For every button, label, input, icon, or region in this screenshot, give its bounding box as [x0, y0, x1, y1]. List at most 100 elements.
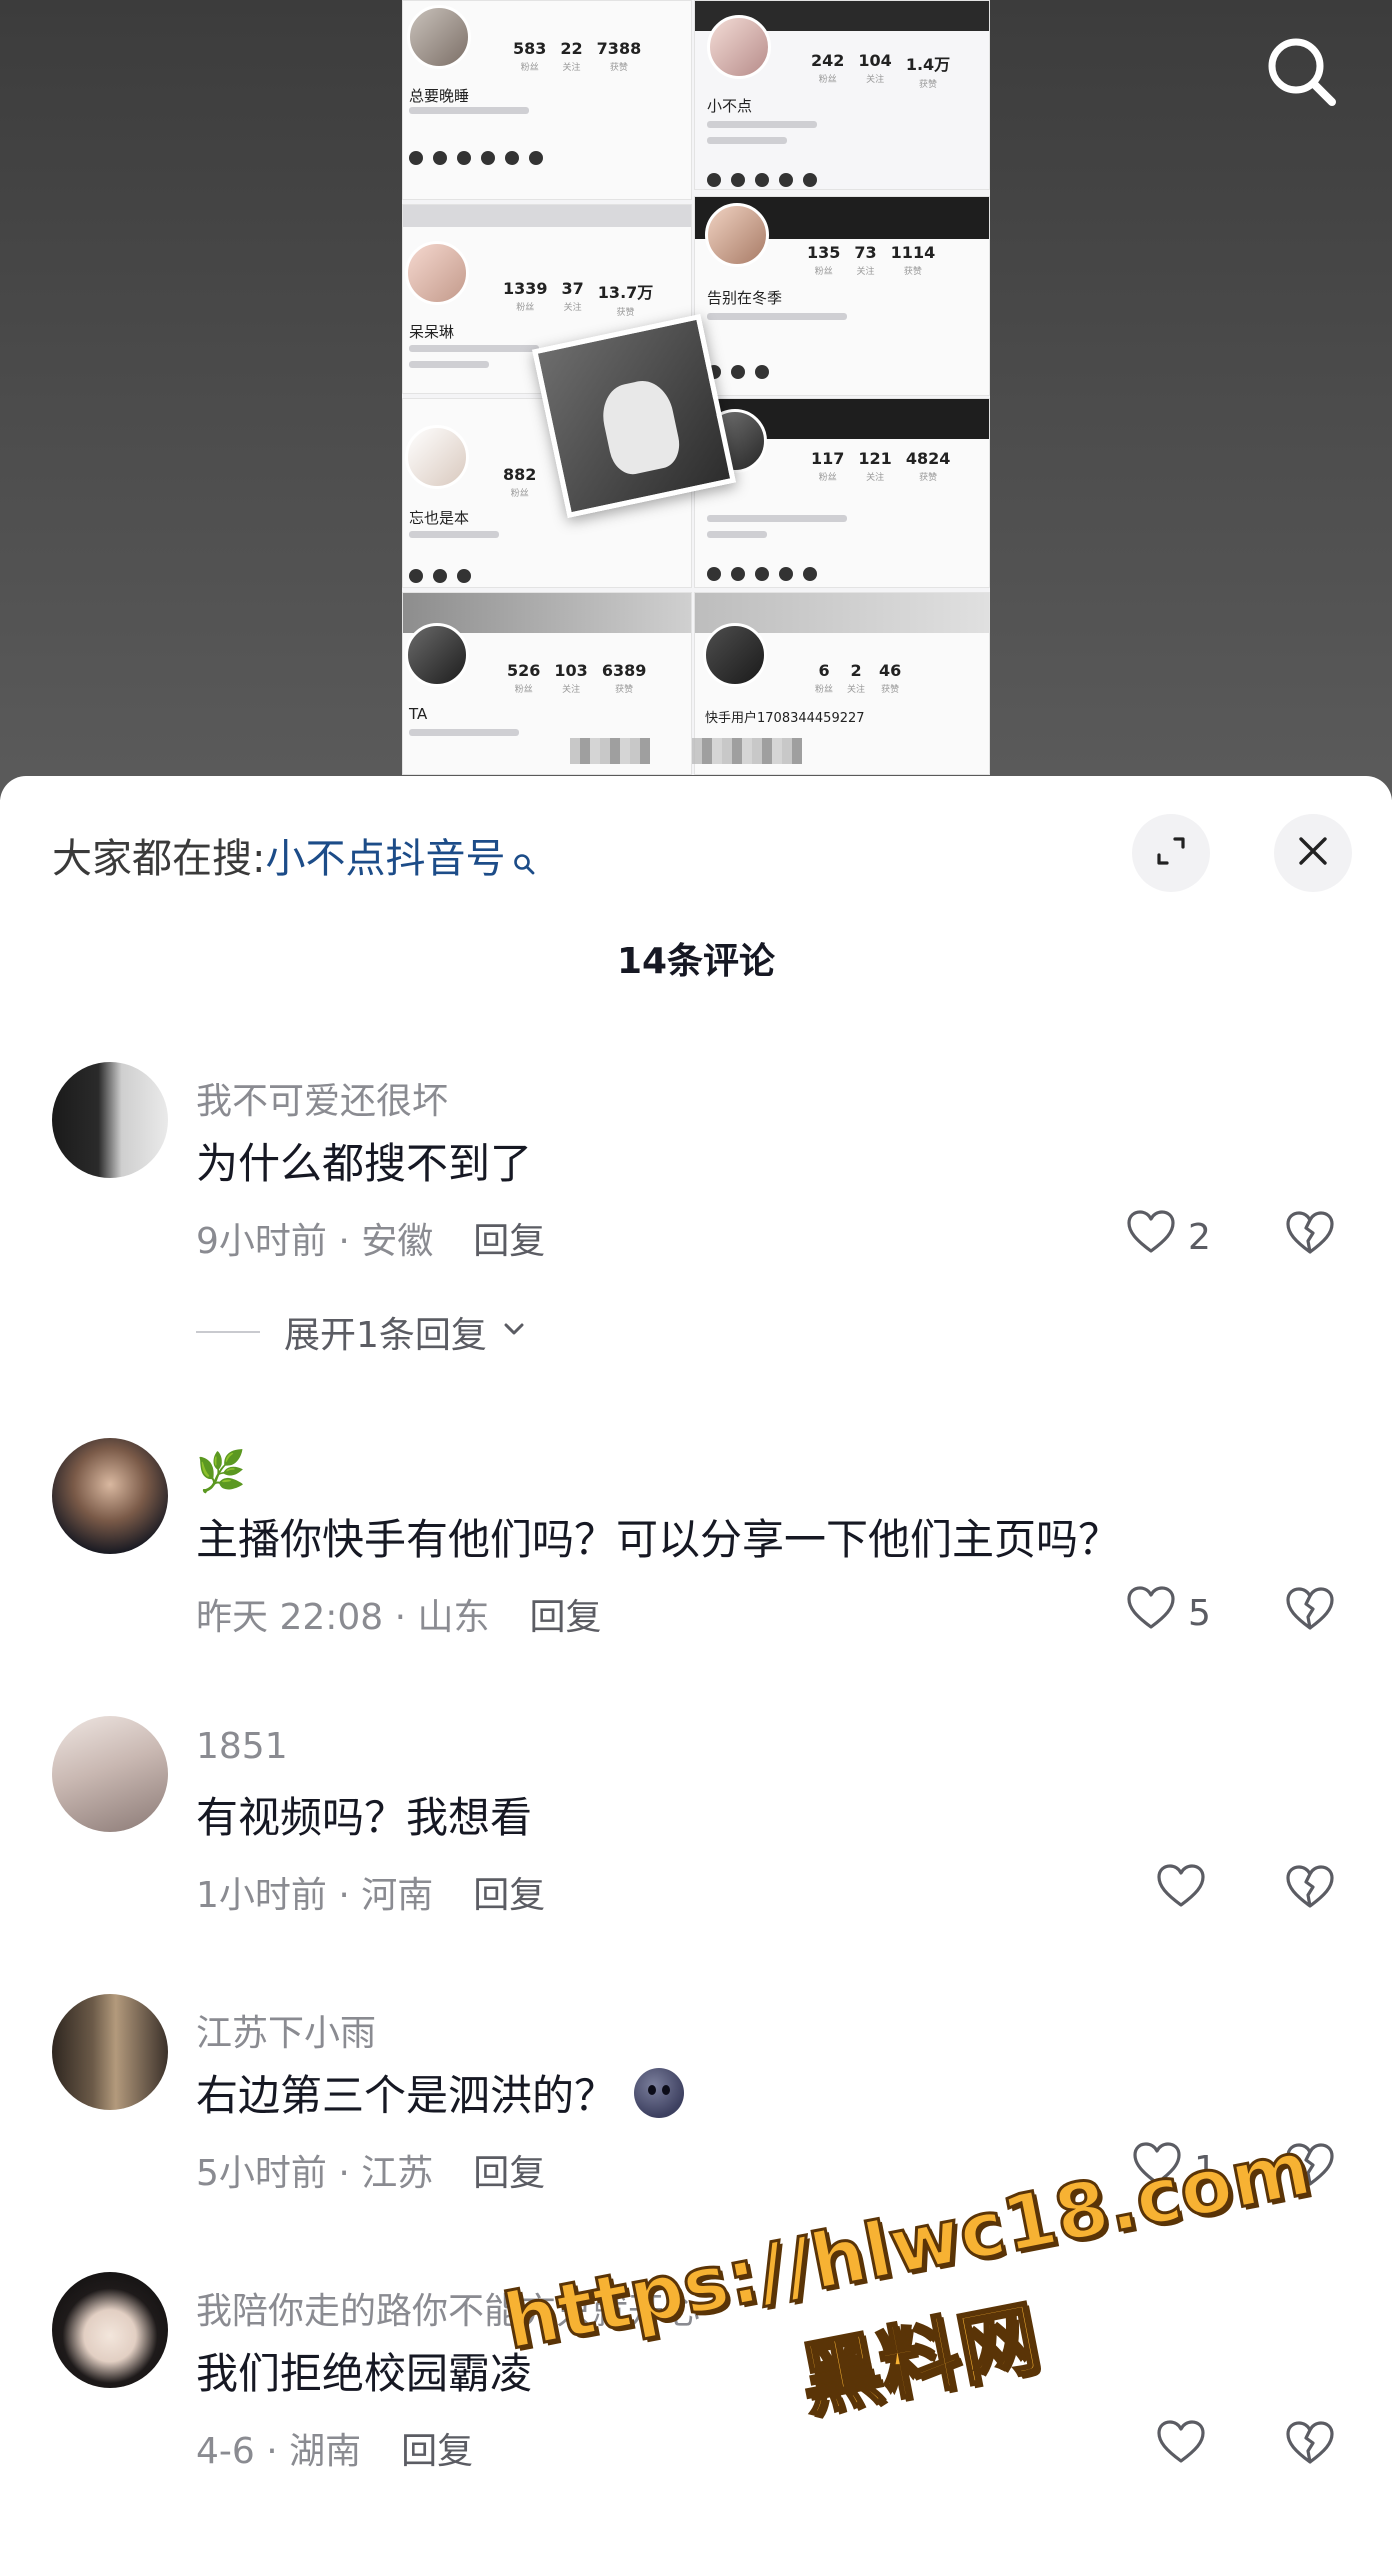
profile-card: 242 粉丝 104 关注 1.4万 获赞 小不点 [694, 0, 990, 190]
emoji-face-icon [634, 2067, 685, 2118]
profile-stats: 583 粉丝 22 关注 7388 获赞 [513, 39, 642, 73]
like-count: 1 [1194, 2149, 1217, 2190]
comment-text: 右边第三个是泗洪的？ [196, 2062, 685, 2123]
search-suggestion-keyword[interactable]: 小不点抖音号 [265, 826, 505, 884]
comment-item: 我不可爱还很坏 为什么都搜不到了 9小时前 · 安徽 回复 2 展开1条回复 [0, 1062, 1392, 1362]
comment-sheet: 大家都在搜: 小不点抖音号 14条评论 我不可爱还很坏 为什么都搜不到了 9小时… [0, 776, 1392, 2560]
comment-time-location: 昨天 22:08 · 山东 [196, 1597, 490, 1638]
profile-stats: 526 粉丝 103 关注 6389 获赞 [507, 661, 647, 695]
profile-name: 总要晚睡 [409, 87, 470, 105]
heart-icon [1124, 1206, 1178, 1269]
avatar[interactable] [52, 1062, 168, 1178]
comment-text: 主播你快手有他们吗？可以分享一下他们主页吗？ [196, 1515, 1121, 1564]
reply-button[interactable]: 回复 [473, 2144, 545, 2196]
profile-name: 忘也是本 [409, 509, 470, 527]
comment-username[interactable]: 1851 [196, 1726, 288, 1767]
comment-time-location: 1小时前 · 河南 [196, 1875, 434, 1916]
broken-heart-icon [1282, 1211, 1338, 1266]
like-button[interactable] [1154, 1860, 1218, 1923]
heart-icon [1154, 1860, 1208, 1923]
profile-card: 117 粉丝 121 关注 4824 获赞 [694, 398, 990, 588]
avatar[interactable] [52, 2272, 168, 2388]
video-frame-collage: 583 粉丝 22 关注 7388 获赞 总要晚睡 242 粉丝 104 关注 1.4万获… [402, 0, 990, 775]
avatar[interactable] [52, 1994, 168, 2110]
profile-avatar [407, 5, 471, 69]
profile-name: 呆呆琳 [409, 323, 455, 341]
expand-replies-button[interactable]: 展开1条回复 [196, 1306, 529, 1358]
expand-button[interactable] [1132, 814, 1210, 892]
profile-name: 小不点 [707, 97, 753, 115]
close-button[interactable] [1274, 814, 1352, 892]
expand-icon [1151, 831, 1191, 875]
profile-avatar [705, 203, 769, 267]
reply-button[interactable]: 回复 [530, 1588, 602, 1640]
comment-time-location: 5小时前 · 江苏 [196, 2153, 434, 2194]
comment-meta: 昨天 22:08 · 山东 回复 [196, 1588, 602, 1640]
comment-count-title: 14条评论 [616, 941, 776, 982]
comment-meta: 9小时前 · 安徽 回复 [196, 1212, 545, 1264]
search-icon[interactable] [1258, 28, 1346, 116]
comment-text: 我们拒绝校园霸凌 [196, 2349, 533, 2398]
profile-stats: 882 粉丝 [503, 465, 537, 499]
comment-username[interactable]: 我陪你走的路你不能充只就开心 [196, 2282, 700, 2334]
profile-card: 583 粉丝 22 关注 7388 获赞 总要晚睡 [402, 0, 692, 200]
profile-stats: 1339 粉丝 37 关注 13.7万 获赞 [503, 279, 654, 318]
avatar[interactable] [52, 1716, 168, 1832]
profile-avatar [703, 623, 767, 687]
comment-text: 有视频吗？我想看 [196, 1793, 533, 1842]
reply-button[interactable]: 回复 [473, 1212, 545, 1264]
search-icon [511, 842, 537, 875]
profile-avatar [405, 241, 469, 305]
comment-time-location: 9小时前 · 安徽 [196, 1221, 434, 1262]
reply-button[interactable]: 回复 [473, 1866, 545, 1918]
mosaic-blur [692, 738, 802, 764]
profile-card: 135 粉丝 73 关注 1114 获赞 告别在冬季 [694, 196, 990, 396]
dislike-button[interactable] [1282, 1206, 1338, 1262]
like-count: 5 [1188, 1593, 1211, 1634]
search-suggestion[interactable]: 大家都在搜: 小不点抖音号 [52, 826, 537, 884]
broken-heart-icon [1282, 2143, 1338, 2198]
comment-meta: 4-6 · 湖南 回复 [196, 2422, 473, 2474]
dislike-button[interactable] [1282, 1582, 1338, 1638]
mosaic-blur [570, 738, 650, 764]
search-suggestion-prefix: 大家都在搜: [52, 836, 266, 882]
dislike-button[interactable] [1282, 2416, 1338, 2472]
like-button[interactable]: 2 [1124, 1206, 1211, 1269]
like-button[interactable]: 1 [1130, 2138, 1217, 2201]
heart-icon [1130, 2138, 1184, 2201]
like-button[interactable]: 5 [1124, 1582, 1211, 1645]
comment-text: 为什么都搜不到了 [196, 1139, 533, 1188]
comment-item: 江苏下小雨 右边第三个是泗洪的？ 5小时前 · 江苏 回复 1 [0, 1994, 1392, 2224]
like-button[interactable] [1154, 2416, 1218, 2479]
profile-stats: 242 粉丝 104 关注 1.4万 获赞 [811, 51, 951, 90]
video-player[interactable]: 583 粉丝 22 关注 7388 获赞 总要晚睡 242 粉丝 104 关注 1.4万获… [0, 0, 1392, 800]
comment-username[interactable]: 🌿 [196, 1448, 246, 1495]
comment-username[interactable]: 我不可爱还很坏 [196, 1072, 448, 1124]
broken-heart-icon [1282, 2421, 1338, 2476]
comment-meta: 5小时前 · 江苏 回复 [196, 2144, 545, 2196]
chevron-down-icon [499, 1312, 529, 1353]
reply-button[interactable]: 回复 [401, 2422, 473, 2474]
comment-username[interactable]: 江苏下小雨 [196, 2004, 376, 2056]
dislike-button[interactable] [1282, 2138, 1338, 2194]
dislike-button[interactable] [1282, 1860, 1338, 1916]
comment-item: 1851 有视频吗？我想看 1小时前 · 河南 回复 [0, 1716, 1392, 1946]
comment-item: 我陪你走的路你不能充只就开心 我们拒绝校园霸凌 4-6 · 湖南 回复 [0, 2272, 1392, 2502]
close-icon [1293, 831, 1333, 875]
center-photo [531, 313, 737, 519]
profile-name: 快手用户1708344459227 [705, 711, 865, 726]
profile-name: 告别在冬季 [707, 289, 783, 307]
avatar[interactable] [52, 1438, 168, 1554]
broken-heart-icon [1282, 1587, 1338, 1642]
comment-time-location: 4-6 · 湖南 [196, 2431, 362, 2472]
broken-heart-icon [1282, 1865, 1338, 1920]
profile-name: TA [409, 705, 428, 723]
profile-avatar [707, 15, 771, 79]
heart-icon [1154, 2416, 1208, 2479]
profile-stats: 135 粉丝 73 关注 1114 获赞 [807, 243, 936, 277]
profile-avatar [405, 425, 469, 489]
profile-stats: 6 粉丝 2 关注 46 获赞 [815, 661, 902, 695]
profile-stats: 117 粉丝 121 关注 4824 获赞 [811, 449, 951, 483]
heart-icon [1124, 1582, 1178, 1645]
expand-replies-label: 展开1条回复 [284, 1315, 487, 1356]
